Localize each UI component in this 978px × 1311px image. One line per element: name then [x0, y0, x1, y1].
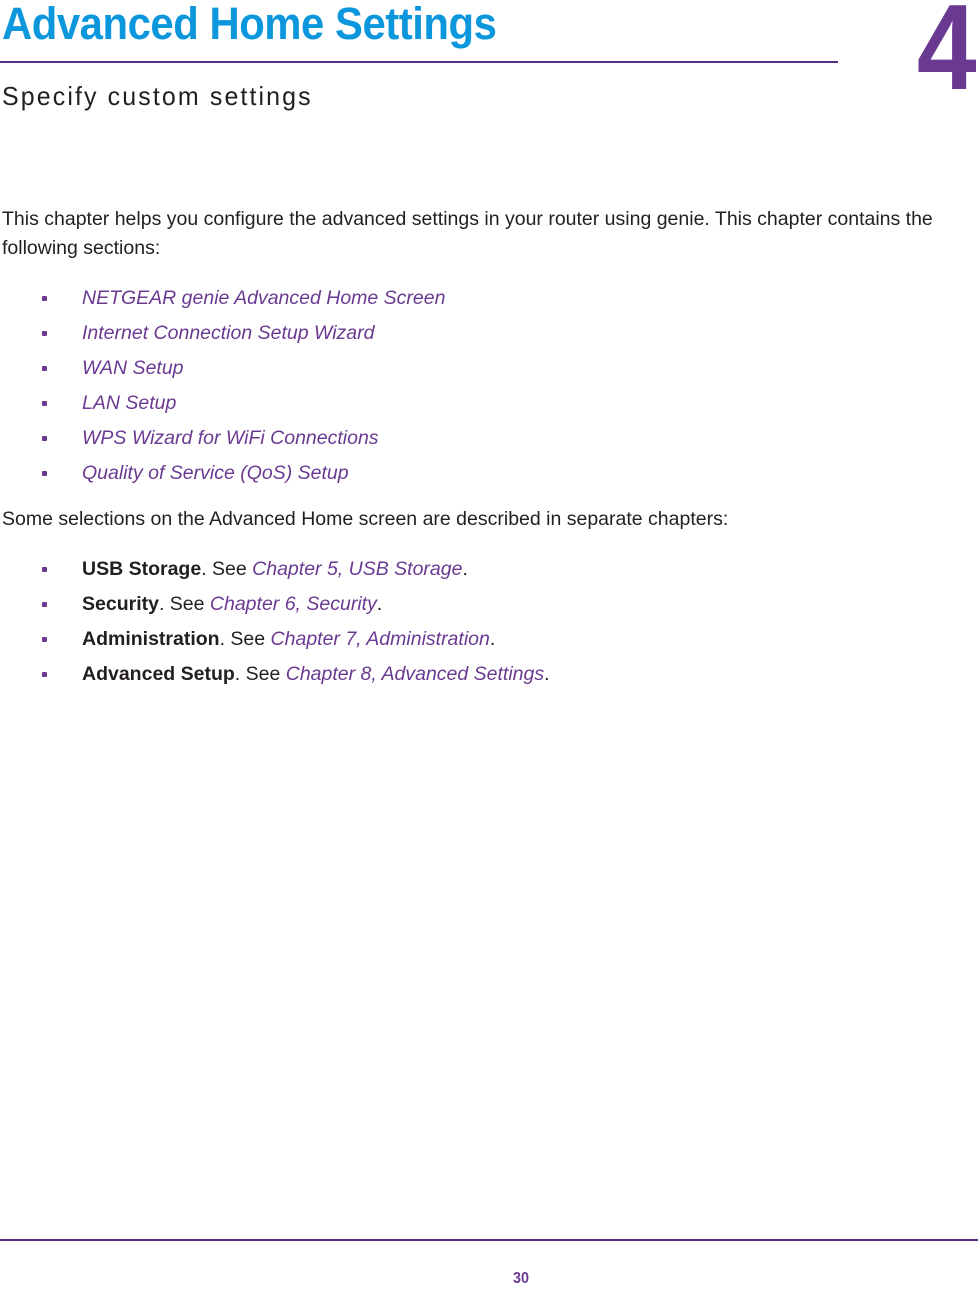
bullet-icon [42, 331, 47, 336]
chapter-term: Security [82, 593, 159, 615]
chapter-header: Advanced Home Settings 4 Specify custom … [0, 0, 978, 130]
list-item[interactable]: Advanced Setup. See Chapter 8, Advanced … [2, 657, 974, 692]
bullet-icon [42, 567, 47, 572]
document-page: Advanced Home Settings 4 Specify custom … [0, 0, 978, 1311]
list-item[interactable]: Administration. See Chapter 7, Administr… [2, 622, 974, 657]
intro-paragraph: This chapter helps you configure the adv… [2, 208, 933, 259]
chapter-term: USB Storage [82, 558, 202, 580]
list-item[interactable]: LAN Setup [2, 386, 974, 421]
bullet-icon [42, 366, 47, 371]
bullet-icon [42, 672, 47, 677]
chapter-number: 4 [917, 0, 977, 115]
list-item[interactable]: Internet Connection Setup Wizard [2, 316, 974, 351]
footer-divider [0, 1239, 978, 1241]
bullet-icon [42, 436, 47, 441]
chapter-connector: . See [201, 558, 253, 580]
chapter-link[interactable]: Chapter 7, Administration [271, 628, 490, 650]
page-title: Advanced Home Settings [2, 0, 497, 49]
bullet-icon [42, 471, 47, 476]
chapter-suffix: . [544, 663, 550, 685]
separate-chapters-paragraph: Some selections on the Advanced Home scr… [2, 508, 729, 530]
section-link[interactable]: LAN Setup [82, 392, 176, 414]
header-divider [0, 61, 838, 63]
body-content: This chapter helps you configure the adv… [2, 205, 974, 692]
chapter-link[interactable]: Chapter 6, Security [210, 593, 377, 615]
section-link[interactable]: Quality of Service (QoS) Setup [82, 462, 349, 484]
chapter-link[interactable]: Chapter 8, Advanced Settings [286, 663, 544, 685]
section-link[interactable]: WPS Wizard for WiFi Connections [82, 427, 379, 449]
sections-list: NETGEAR genie Advanced Home Screen Inter… [2, 281, 974, 491]
chapter-subtitle: Specify custom settings [2, 81, 313, 111]
section-link[interactable]: Internet Connection Setup Wizard [82, 322, 375, 344]
list-item[interactable]: Quality of Service (QoS) Setup [2, 456, 974, 491]
bullet-icon [42, 602, 47, 607]
list-item[interactable]: NETGEAR genie Advanced Home Screen [2, 281, 974, 316]
section-link[interactable]: NETGEAR genie Advanced Home Screen [82, 287, 445, 309]
chapter-suffix: . [376, 593, 383, 615]
chapter-suffix: . [462, 558, 468, 580]
bullet-icon [42, 637, 47, 642]
chapter-connector: . See [219, 628, 271, 650]
chapter-suffix: . [489, 628, 496, 650]
chapter-connector: . See [158, 593, 210, 615]
list-item[interactable]: WAN Setup [2, 351, 974, 386]
chapter-link[interactable]: Chapter 5, USB Storage [252, 558, 462, 580]
list-item[interactable]: WPS Wizard for WiFi Connections [2, 421, 974, 456]
chapter-term: Administration [82, 628, 220, 650]
page-number: 30 [512, 1270, 530, 1287]
separate-chapters-list: USB Storage. See Chapter 5, USB Storage.… [2, 552, 974, 692]
chapter-term: Advanced Setup [82, 663, 235, 685]
section-link[interactable]: WAN Setup [82, 357, 184, 379]
list-item[interactable]: USB Storage. See Chapter 5, USB Storage. [2, 552, 974, 587]
chapter-connector: . See [234, 663, 286, 685]
bullet-icon [42, 401, 47, 406]
bullet-icon [42, 296, 47, 301]
list-item[interactable]: Security. See Chapter 6, Security. [2, 587, 974, 622]
